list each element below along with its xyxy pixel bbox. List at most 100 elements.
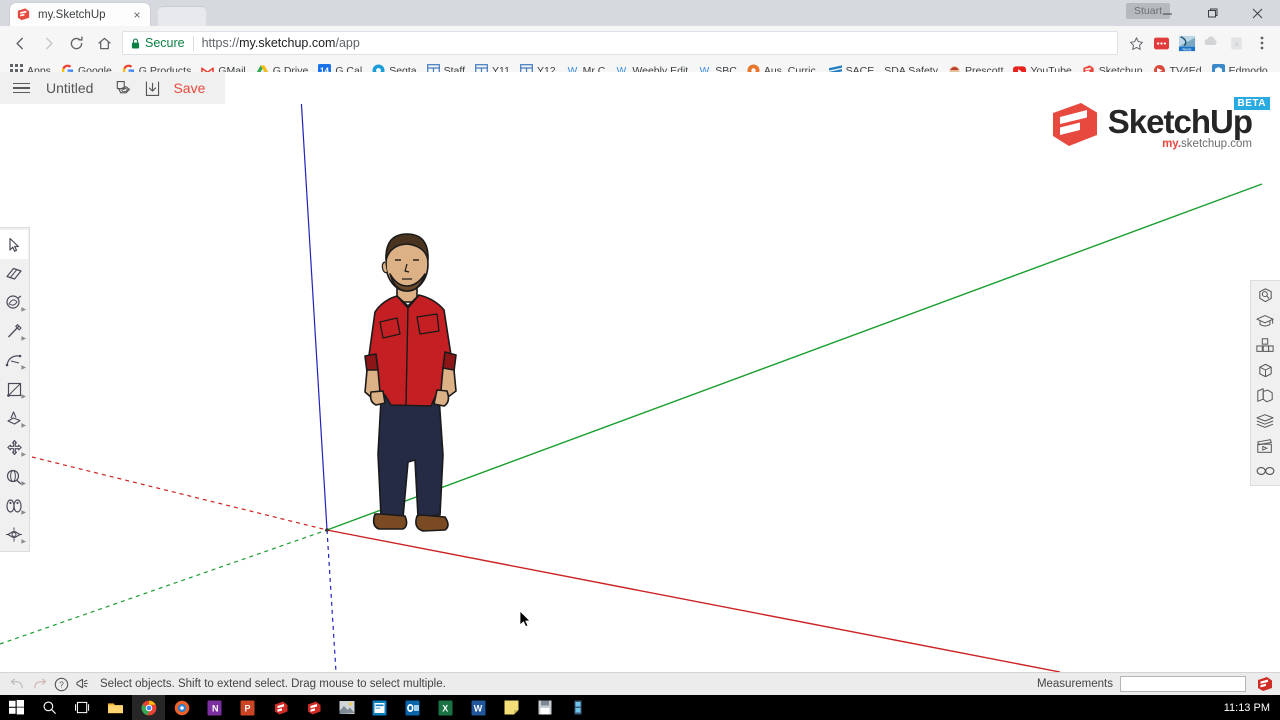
flyout-arrow-icon[interactable]: ▶ bbox=[21, 422, 26, 429]
browser-tab[interactable]: my.SketchUp × bbox=[10, 3, 150, 26]
chrome-taskbar-button[interactable] bbox=[132, 695, 165, 720]
home-icon[interactable] bbox=[90, 29, 118, 57]
lock-icon bbox=[131, 38, 140, 49]
maximize-icon[interactable] bbox=[1190, 0, 1235, 26]
publisher-taskbar-button[interactable] bbox=[363, 695, 396, 720]
graduation-cap-icon[interactable] bbox=[1251, 308, 1279, 333]
tab-title: my.SketchUp bbox=[38, 8, 106, 21]
save-app-taskbar-button[interactable] bbox=[528, 695, 561, 720]
flyout-arrow-icon[interactable]: ▶ bbox=[21, 306, 26, 313]
sketchup-header: Untitled Save SketchUp my.sketchup.com B… bbox=[0, 72, 1280, 150]
layers-icon[interactable] bbox=[1251, 408, 1279, 433]
select-tool[interactable] bbox=[0, 230, 28, 259]
orbit-tool[interactable]: ▶ bbox=[0, 462, 28, 491]
task-view-button[interactable] bbox=[66, 695, 99, 720]
back-arrow-icon[interactable] bbox=[6, 29, 34, 57]
sketchup-taskbar-button-1[interactable] bbox=[264, 695, 297, 720]
screen: my.SketchUp × Stuart Secure https://my.s… bbox=[0, 0, 1280, 720]
start-button[interactable] bbox=[0, 695, 33, 720]
close-icon[interactable]: × bbox=[130, 9, 144, 21]
model-canvas[interactable] bbox=[0, 72, 1280, 672]
pdf-icon[interactable]: A bbox=[1224, 31, 1249, 56]
arc-tool[interactable]: ▶ bbox=[0, 346, 28, 375]
save-button[interactable]: Save bbox=[167, 80, 217, 96]
document-title[interactable]: Untitled bbox=[34, 80, 107, 96]
search-models-icon[interactable] bbox=[1251, 283, 1279, 308]
styles-glasses-icon[interactable] bbox=[1251, 458, 1279, 483]
materials-icon[interactable] bbox=[1251, 383, 1279, 408]
windows-taskbar: N P X W 11:13 PM bbox=[0, 695, 1280, 720]
word-taskbar-button[interactable]: W bbox=[462, 695, 495, 720]
redo-arrow-icon[interactable] bbox=[28, 674, 50, 694]
onenote-taskbar-button[interactable]: N bbox=[198, 695, 231, 720]
drive-icon[interactable] bbox=[1199, 31, 1224, 56]
forward-arrow-icon[interactable] bbox=[34, 29, 62, 57]
url-text: https://my.sketchup.com/app bbox=[202, 36, 360, 50]
hamburger-menu-icon[interactable] bbox=[8, 75, 34, 101]
move-tool[interactable]: ▶ bbox=[0, 433, 28, 462]
entity-info-icon[interactable] bbox=[1251, 358, 1279, 383]
logo-subtitle-my: my. bbox=[1162, 138, 1182, 150]
left-tool-palette: ▶ ▶ ▶ ▶ ▶ ▶ ▶ ▶ ▶ bbox=[0, 227, 30, 552]
security-label: Secure bbox=[145, 36, 185, 50]
paint-bucket-tool[interactable]: ▶ bbox=[0, 288, 28, 317]
sketchup-wordmark: SketchUp my.sketchup.com BETA bbox=[1108, 96, 1270, 150]
rectangle-tool[interactable]: ▶ bbox=[0, 375, 28, 404]
sketchup-web-app: Untitled Save SketchUp my.sketchup.com B… bbox=[0, 72, 1280, 695]
file-explorer-button[interactable] bbox=[99, 695, 132, 720]
star-icon[interactable] bbox=[1124, 31, 1149, 56]
flyout-arrow-icon[interactable]: ▶ bbox=[21, 538, 26, 545]
news-extension-icon[interactable]: News bbox=[1174, 31, 1199, 56]
new-tab-button[interactable] bbox=[158, 6, 206, 26]
powerpoint-taskbar-button[interactable]: P bbox=[231, 695, 264, 720]
chrome-menu-kebab-icon[interactable] bbox=[1249, 31, 1274, 56]
reload-icon[interactable] bbox=[62, 29, 90, 57]
url-host: my.sketchup.com bbox=[239, 36, 336, 50]
unknown-app-taskbar-button[interactable] bbox=[561, 695, 594, 720]
components-icon[interactable] bbox=[1251, 333, 1279, 358]
address-bar[interactable]: Secure https://my.sketchup.com/app bbox=[122, 31, 1118, 55]
right-tool-palette bbox=[1250, 280, 1280, 486]
scenes-icon[interactable] bbox=[1251, 433, 1279, 458]
search-button[interactable] bbox=[33, 695, 66, 720]
chrome-browser-window: my.SketchUp × Stuart Secure https://my.s… bbox=[0, 0, 1280, 695]
flyout-arrow-icon[interactable]: ▶ bbox=[21, 364, 26, 371]
taskbar-clock[interactable]: 11:13 PM bbox=[1224, 702, 1280, 714]
status-bar: ? Select objects. Shift to extend select… bbox=[0, 672, 1280, 695]
window-controls bbox=[1145, 0, 1280, 26]
url-path: /app bbox=[335, 36, 360, 50]
tape-measure-tool[interactable]: ▶ bbox=[0, 491, 28, 520]
svg-text:P: P bbox=[245, 703, 251, 713]
line-tool[interactable]: ▶ bbox=[0, 317, 28, 346]
push-pull-tool[interactable]: ▶ bbox=[0, 404, 28, 433]
sticky-notes-taskbar-button[interactable] bbox=[495, 695, 528, 720]
omnibox-divider bbox=[192, 35, 194, 51]
sketchup-menubar: Untitled Save bbox=[0, 72, 226, 104]
firefox-taskbar-button[interactable] bbox=[165, 695, 198, 720]
undo-arrow-icon[interactable] bbox=[6, 674, 28, 694]
photos-taskbar-button[interactable] bbox=[330, 695, 363, 720]
flyout-arrow-icon[interactable]: ▶ bbox=[21, 509, 26, 516]
close-window-icon[interactable] bbox=[1235, 0, 1280, 26]
help-question-icon[interactable]: ? bbox=[50, 674, 72, 694]
sketchup-icon[interactable] bbox=[1256, 675, 1274, 693]
svg-text:A: A bbox=[1234, 42, 1239, 48]
excel-taskbar-button[interactable]: X bbox=[429, 695, 462, 720]
flyout-arrow-icon[interactable]: ▶ bbox=[21, 480, 26, 487]
scale-figure-model[interactable] bbox=[345, 230, 475, 540]
insert-model-icon[interactable] bbox=[107, 75, 137, 101]
megaphone-icon[interactable] bbox=[72, 674, 94, 694]
section-plane-tool[interactable]: ▶ bbox=[0, 520, 28, 549]
eraser-tool[interactable] bbox=[0, 259, 28, 288]
flyout-arrow-icon[interactable]: ▶ bbox=[21, 393, 26, 400]
sketchup-taskbar-button-2[interactable] bbox=[297, 695, 330, 720]
outlook-taskbar-button[interactable] bbox=[396, 695, 429, 720]
logo-subtitle: my.sketchup.com bbox=[1108, 138, 1252, 150]
flyout-arrow-icon[interactable]: ▶ bbox=[21, 335, 26, 342]
minimize-icon[interactable] bbox=[1145, 0, 1190, 26]
flyout-arrow-icon[interactable]: ▶ bbox=[21, 451, 26, 458]
measurements-input[interactable] bbox=[1120, 676, 1246, 692]
sketchup-logo: SketchUp my.sketchup.com BETA bbox=[1049, 96, 1270, 150]
download-icon[interactable] bbox=[137, 75, 167, 101]
adblock-icon[interactable] bbox=[1149, 31, 1174, 56]
